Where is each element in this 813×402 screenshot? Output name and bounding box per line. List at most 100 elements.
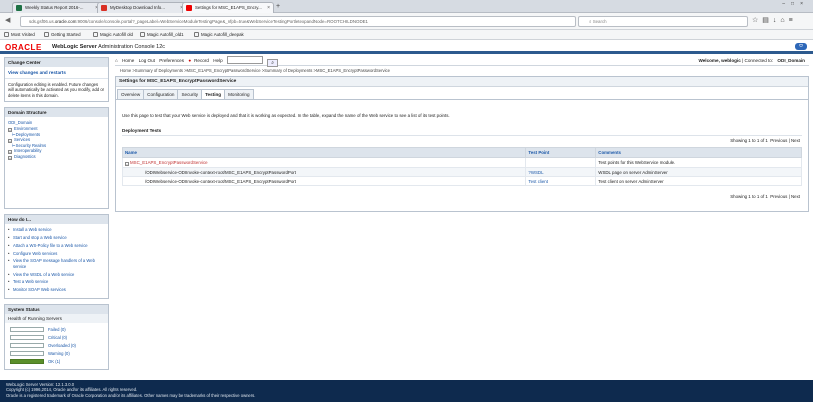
search-input[interactable]: ⌕ Search <box>578 16 748 27</box>
tab-overview[interactable]: Overview <box>117 89 145 99</box>
health-label[interactable]: Warning (0) <box>48 350 70 357</box>
breadcrumb[interactable]: Home >Summary of Deployments >MSC_E1APS_… <box>120 68 390 73</box>
home-icon[interactable]: ⌂ <box>115 58 118 63</box>
bookmark-magic-autofill-deepak[interactable]: Magic Autofill_deepak <box>194 30 244 39</box>
console-search-input[interactable] <box>226 56 263 64</box>
health-label[interactable]: Failed (0) <box>48 326 66 333</box>
footer-trademark: Oracle is a registered trademark of Orac… <box>6 392 256 398</box>
health-label[interactable]: Overloaded (0) <box>48 342 76 349</box>
preferences-link[interactable]: Preferences <box>159 58 184 63</box>
how-do-i-link[interactable]: Monitor SOAP Web services <box>8 287 105 293</box>
how-do-i-link[interactable]: Configure Web services <box>8 251 105 257</box>
help-link[interactable]: Help <box>213 58 222 63</box>
pager-next[interactable]: Next <box>791 194 800 199</box>
star-icon[interactable]: ☆ <box>752 17 762 24</box>
new-tab-button[interactable]: + <box>276 2 280 11</box>
health-row-ok: OK (1) <box>8 358 105 366</box>
gmail-icon <box>101 5 107 11</box>
bookmark-label: Magic Autofill_old1 <box>147 32 184 37</box>
name-cell: /ODIWebservice-ODIInvoke-context-root/MS… <box>121 176 527 186</box>
back-icon[interactable]: ◀ <box>5 17 10 25</box>
collapse-icon[interactable]: − <box>125 161 129 166</box>
how-do-i-title: How do I... <box>5 215 108 225</box>
pager-next[interactable]: Next <box>791 138 800 143</box>
how-do-i-link[interactable]: View the WSDL of a Web service <box>8 272 105 278</box>
bookmark-magic-autofill-old[interactable]: Magic Autofill old <box>93 30 133 39</box>
test-client-link[interactable]: Test client <box>525 176 597 186</box>
system-status-title: System Status <box>5 305 108 314</box>
table-row: − MSC_E1APS_EncryptPasswordService Test p… <box>121 157 802 168</box>
name-cell: /ODIWebservice-ODIInvoke-context-root/MS… <box>121 167 527 177</box>
welcome-label: Welcome, weblogic <box>698 58 741 63</box>
console-header: ORACLE WebLogic Server Administration Co… <box>0 41 813 54</box>
browser-tab-settings[interactable]: Settings for MSC_E1APS_Encry... × <box>182 2 274 13</box>
oracle-menu-icon[interactable]: ⬭ <box>795 43 807 50</box>
record-link[interactable]: Record <box>194 58 209 63</box>
connected-label: Connected to: <box>744 58 774 63</box>
browser-nav-bar: ◀ sds.gsf06.us.oracle.com:9006/console/c… <box>0 13 813 30</box>
bookmark-getting-started[interactable]: Getting Started <box>44 30 81 39</box>
clipboard-icon[interactable]: ▤ <box>762 17 773 24</box>
close-icon[interactable]: × <box>267 3 270 13</box>
tab-testing[interactable]: Testing <box>201 89 226 99</box>
tree-label: Deployments <box>15 131 41 137</box>
how-do-i-panel: How do I... Install a Web service Start … <box>4 214 109 299</box>
how-do-i-link[interactable]: View the SOAP message handlers of a Web … <box>8 258 105 269</box>
browser-tab-weekly-status[interactable]: Weekly Status Report 2016-... × <box>12 2 102 13</box>
health-label[interactable]: Critical (0) <box>48 334 67 341</box>
bookmark-icon <box>194 32 199 37</box>
health-subtitle: Health of Running Servers <box>5 314 108 323</box>
search-go-button[interactable]: ⌕ <box>267 59 279 67</box>
page-description: Use this page to test that your Web serv… <box>122 113 450 118</box>
tab-security[interactable]: Security <box>177 89 203 99</box>
health-bar <box>10 359 44 364</box>
domain-structure: Domain Structure ODI_Domain + Environment… <box>4 107 109 210</box>
window-controls[interactable]: –□× <box>782 1 809 7</box>
expand-icon[interactable]: + <box>8 156 12 161</box>
browser-tab-mydesktop[interactable]: MyDesktop Download Info... × <box>97 2 187 13</box>
domain-tree: ODI_Domain + Environment ⊢Deployments + Se… <box>5 117 108 163</box>
browser-tab-bar: Weekly Status Report 2016-... × MyDeskto… <box>0 0 813 13</box>
wsdl-link[interactable]: ?WSDL <box>525 167 597 177</box>
how-do-i-link[interactable]: Install a Web service <box>8 227 105 233</box>
pager-showing: Showing 1 to 1 of 1 <box>730 138 768 143</box>
how-do-i-link[interactable]: Test a Web service <box>8 279 105 285</box>
record-icon[interactable]: ● <box>188 58 191 63</box>
toolbar-icons[interactable]: ☆▤↓⌂≡ <box>752 16 797 25</box>
how-do-i-list: Install a Web service Start and stop a W… <box>5 224 108 298</box>
test-point-cell <box>525 157 597 168</box>
service-link[interactable]: MSC_E1APS_EncryptPasswordService <box>130 160 208 165</box>
tree-item-diagnostics[interactable]: + Diagnostics <box>8 154 105 161</box>
pager-previous[interactable]: Previous <box>770 138 787 143</box>
tab-title: Weekly Status Report 2016-... <box>25 5 84 10</box>
health-label[interactable]: OK (1) <box>48 358 60 365</box>
column-header-test-point[interactable]: Test Point <box>525 147 597 158</box>
tab-monitoring[interactable]: Monitoring <box>224 89 254 99</box>
column-header-name[interactable]: Name <box>121 147 527 158</box>
bookmark-label: Getting Started <box>51 32 81 37</box>
column-header-comments[interactable]: Comments <box>595 147 802 158</box>
how-do-i-link[interactable]: Start and stop a Web service <box>8 235 105 241</box>
excel-icon <box>16 5 22 11</box>
health-bar <box>10 343 44 348</box>
bookmark-icon <box>4 32 9 37</box>
tree-label: ODI_Domain <box>8 120 33 126</box>
section-divider <box>122 135 802 136</box>
bookmark-most-visited[interactable]: Most Visited <box>4 30 35 39</box>
bookmark-icon <box>44 32 49 37</box>
home-icon[interactable]: ⌂ <box>780 17 788 24</box>
how-do-i-link[interactable]: Attach a WS-Policy file to a Web service <box>8 243 105 249</box>
logout-link[interactable]: Log Out <box>139 58 155 63</box>
url-path: :9006/console/console.portal?_pageLabel=… <box>76 19 368 24</box>
oracle-logo: ORACLE <box>5 43 42 52</box>
home-link[interactable]: Home <box>122 58 134 63</box>
menu-icon[interactable]: ≡ <box>789 17 797 24</box>
table-row: /ODIWebservice-ODIInvoke-context-root/MS… <box>121 176 802 186</box>
view-changes-link[interactable]: View changes and restarts <box>5 67 108 79</box>
health-bar <box>10 335 44 340</box>
bookmark-magic-autofill-old1[interactable]: Magic Autofill_old1 <box>140 30 184 39</box>
deployment-tests-table: Name Test Point Comments − MSC_E1APS_Encr… <box>121 147 802 186</box>
tab-configuration[interactable]: Configuration <box>143 89 179 99</box>
pager-previous[interactable]: Previous <box>770 194 787 199</box>
address-bar[interactable]: sds.gsf06.us.oracle.com:9006/console/con… <box>20 16 576 27</box>
